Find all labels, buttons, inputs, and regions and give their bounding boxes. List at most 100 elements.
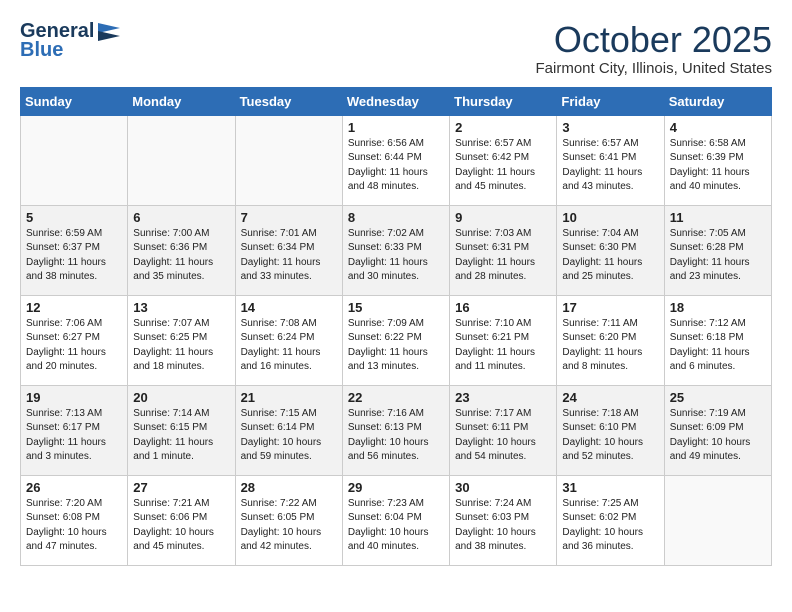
day-info: Sunrise: 7:11 AM Sunset: 6:20 PM Dayligh… xyxy=(562,317,658,375)
calendar-header-row: SundayMondayTuesdayWednesdayThursdayFrid… xyxy=(21,87,772,115)
day-number: 2 xyxy=(455,120,551,135)
calendar-cell: 4Sunrise: 6:58 AM Sunset: 6:39 PM Daylig… xyxy=(664,115,771,205)
day-header-tuesday: Tuesday xyxy=(235,87,342,115)
day-header-saturday: Saturday xyxy=(664,87,771,115)
calendar-cell: 13 Sunrise: 7:07 AM Sunset: 6:25 PM Dayli… xyxy=(128,295,235,385)
calendar-week-row: 19Sunrise: 7:13 AM Sunset: 6:17 PM Dayli… xyxy=(21,385,772,475)
logo-blue: Blue xyxy=(20,39,63,62)
calendar-cell: 19Sunrise: 7:13 AM Sunset: 6:17 PM Dayli… xyxy=(21,385,128,475)
day-info: Sunrise: 7:21 AM Sunset: 6:06 PM Dayligh… xyxy=(133,497,229,555)
day-info: Sunrise: 6:57 AM Sunset: 6:41 PM Dayligh… xyxy=(562,137,658,195)
day-header-friday: Friday xyxy=(557,87,664,115)
calendar-cell: 30 Sunrise: 7:24 AM Sunset: 6:03 PM Dayli… xyxy=(450,475,557,565)
day-number: 9 xyxy=(455,210,551,225)
calendar-cell: 24 Sunrise: 7:18 AM Sunset: 6:10 PM Dayli… xyxy=(557,385,664,475)
day-header-wednesday: Wednesday xyxy=(342,87,449,115)
day-number: 22 xyxy=(348,390,444,405)
day-info: Sunrise: 7:03 AM Sunset: 6:31 PM Dayligh… xyxy=(455,227,551,285)
calendar-cell: 17 Sunrise: 7:11 AM Sunset: 6:20 PM Dayli… xyxy=(557,295,664,385)
calendar-cell: 16 Sunrise: 7:10 AM Sunset: 6:21 PM Dayli… xyxy=(450,295,557,385)
calendar-cell: 21 Sunrise: 7:15 AM Sunset: 6:14 PM Dayli… xyxy=(235,385,342,475)
calendar-cell: 5 Sunrise: 6:59 AM Sunset: 6:37 PM Daylig… xyxy=(21,205,128,295)
day-info: Sunrise: 7:08 AM Sunset: 6:24 PM Dayligh… xyxy=(241,317,337,375)
day-number: 30 xyxy=(455,480,551,495)
day-number: 28 xyxy=(241,480,337,495)
day-info: Sunrise: 7:14 AM Sunset: 6:15 PM Dayligh… xyxy=(133,407,229,465)
calendar-cell: 18 Sunrise: 7:12 AM Sunset: 6:18 PM Dayli… xyxy=(664,295,771,385)
logo-flag-icon xyxy=(98,23,120,41)
day-number: 6 xyxy=(133,210,229,225)
day-info: Sunrise: 7:18 AM Sunset: 6:10 PM Dayligh… xyxy=(562,407,658,465)
day-info: Sunrise: 6:59 AM Sunset: 6:37 PM Dayligh… xyxy=(26,227,122,285)
calendar-cell: 12Sunrise: 7:06 AM Sunset: 6:27 PM Dayli… xyxy=(21,295,128,385)
calendar-cell: 7Sunrise: 7:01 AM Sunset: 6:34 PM Daylig… xyxy=(235,205,342,295)
day-info: Sunrise: 7:09 AM Sunset: 6:22 PM Dayligh… xyxy=(348,317,444,375)
day-number: 21 xyxy=(241,390,337,405)
calendar-cell: 27 Sunrise: 7:21 AM Sunset: 6:06 PM Dayli… xyxy=(128,475,235,565)
day-info: Sunrise: 7:07 AM Sunset: 6:25 PM Dayligh… xyxy=(133,317,229,375)
calendar-cell: 11 Sunrise: 7:05 AM Sunset: 6:28 PM Dayli… xyxy=(664,205,771,295)
day-info: Sunrise: 7:20 AM Sunset: 6:08 PM Dayligh… xyxy=(26,497,122,555)
day-info: Sunrise: 7:05 AM Sunset: 6:28 PM Dayligh… xyxy=(670,227,766,285)
day-number: 16 xyxy=(455,300,551,315)
calendar-cell xyxy=(128,115,235,205)
day-number: 10 xyxy=(562,210,658,225)
calendar-cell: 8Sunrise: 7:02 AM Sunset: 6:33 PM Daylig… xyxy=(342,205,449,295)
day-info: Sunrise: 7:25 AM Sunset: 6:02 PM Dayligh… xyxy=(562,497,658,555)
calendar-cell: 23 Sunrise: 7:17 AM Sunset: 6:11 PM Dayli… xyxy=(450,385,557,475)
calendar-cell: 29Sunrise: 7:23 AM Sunset: 6:04 PM Dayli… xyxy=(342,475,449,565)
day-number: 13 xyxy=(133,300,229,315)
calendar-cell: 3 Sunrise: 6:57 AM Sunset: 6:41 PM Daylig… xyxy=(557,115,664,205)
day-info: Sunrise: 7:19 AM Sunset: 6:09 PM Dayligh… xyxy=(670,407,766,465)
day-info: Sunrise: 6:58 AM Sunset: 6:39 PM Dayligh… xyxy=(670,137,766,195)
day-number: 18 xyxy=(670,300,766,315)
calendar-cell: 25Sunrise: 7:19 AM Sunset: 6:09 PM Dayli… xyxy=(664,385,771,475)
day-number: 11 xyxy=(670,210,766,225)
day-number: 1 xyxy=(348,120,444,135)
day-info: Sunrise: 7:02 AM Sunset: 6:33 PM Dayligh… xyxy=(348,227,444,285)
day-info: Sunrise: 7:24 AM Sunset: 6:03 PM Dayligh… xyxy=(455,497,551,555)
calendar-cell: 6 Sunrise: 7:00 AM Sunset: 6:36 PM Daylig… xyxy=(128,205,235,295)
day-header-thursday: Thursday xyxy=(450,87,557,115)
calendar-week-row: 12Sunrise: 7:06 AM Sunset: 6:27 PM Dayli… xyxy=(21,295,772,385)
calendar-cell: 15 Sunrise: 7:09 AM Sunset: 6:22 PM Dayli… xyxy=(342,295,449,385)
day-info: Sunrise: 7:10 AM Sunset: 6:21 PM Dayligh… xyxy=(455,317,551,375)
calendar-week-row: 5 Sunrise: 6:59 AM Sunset: 6:37 PM Daylig… xyxy=(21,205,772,295)
calendar-cell: 10Sunrise: 7:04 AM Sunset: 6:30 PM Dayli… xyxy=(557,205,664,295)
day-info: Sunrise: 7:16 AM Sunset: 6:13 PM Dayligh… xyxy=(348,407,444,465)
calendar-cell: 22 Sunrise: 7:16 AM Sunset: 6:13 PM Dayli… xyxy=(342,385,449,475)
day-header-monday: Monday xyxy=(128,87,235,115)
calendar-week-row: 1Sunrise: 6:56 AM Sunset: 6:44 PM Daylig… xyxy=(21,115,772,205)
day-number: 17 xyxy=(562,300,658,315)
calendar-cell: 14 Sunrise: 7:08 AM Sunset: 6:24 PM Dayli… xyxy=(235,295,342,385)
day-info: Sunrise: 7:06 AM Sunset: 6:27 PM Dayligh… xyxy=(26,317,122,375)
day-info: Sunrise: 7:17 AM Sunset: 6:11 PM Dayligh… xyxy=(455,407,551,465)
day-number: 7 xyxy=(241,210,337,225)
calendar-cell: 1Sunrise: 6:56 AM Sunset: 6:44 PM Daylig… xyxy=(342,115,449,205)
day-number: 5 xyxy=(26,210,122,225)
day-info: Sunrise: 7:15 AM Sunset: 6:14 PM Dayligh… xyxy=(241,407,337,465)
location: Fairmont City, Illinois, United States xyxy=(536,60,772,77)
day-number: 14 xyxy=(241,300,337,315)
calendar-cell: 26 Sunrise: 7:20 AM Sunset: 6:08 PM Dayli… xyxy=(21,475,128,565)
day-info: Sunrise: 7:00 AM Sunset: 6:36 PM Dayligh… xyxy=(133,227,229,285)
month-title: October 2025 xyxy=(536,20,772,60)
calendar-cell: 2Sunrise: 6:57 AM Sunset: 6:42 PM Daylig… xyxy=(450,115,557,205)
day-number: 27 xyxy=(133,480,229,495)
day-number: 19 xyxy=(26,390,122,405)
calendar-cell: 20 Sunrise: 7:14 AM Sunset: 6:15 PM Dayli… xyxy=(128,385,235,475)
day-number: 20 xyxy=(133,390,229,405)
page-header: General Blue October 2025 Fairmont City,… xyxy=(20,20,772,77)
day-info: Sunrise: 7:12 AM Sunset: 6:18 PM Dayligh… xyxy=(670,317,766,375)
day-number: 23 xyxy=(455,390,551,405)
calendar-week-row: 26 Sunrise: 7:20 AM Sunset: 6:08 PM Dayli… xyxy=(21,475,772,565)
day-number: 29 xyxy=(348,480,444,495)
day-number: 26 xyxy=(26,480,122,495)
day-number: 3 xyxy=(562,120,658,135)
day-number: 24 xyxy=(562,390,658,405)
calendar-cell xyxy=(664,475,771,565)
calendar-cell xyxy=(21,115,128,205)
day-number: 15 xyxy=(348,300,444,315)
calendar-cell: 31Sunrise: 7:25 AM Sunset: 6:02 PM Dayli… xyxy=(557,475,664,565)
day-info: Sunrise: 7:22 AM Sunset: 6:05 PM Dayligh… xyxy=(241,497,337,555)
